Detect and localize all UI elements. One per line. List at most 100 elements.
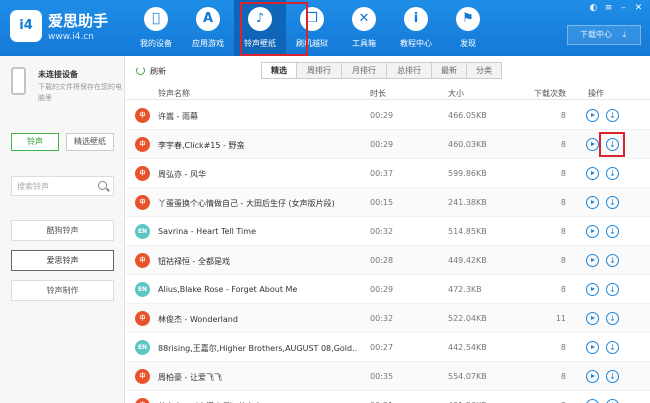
table-row[interactable]: 中钮祜禄恒 - 全都是戏 00:28 449.42KB 8 ↓ — [126, 246, 650, 275]
filter-tab-1[interactable]: 周排行 — [296, 62, 342, 79]
ringtone-name: 林俊杰 - Wonderland — [158, 315, 238, 324]
nav-item-6[interactable]: ⚑ 发现 — [442, 0, 494, 56]
table-row[interactable]: EN Savrina - Heart Tell Time 00:32 514.85KB… — [126, 217, 650, 246]
download-count: 8 — [560, 285, 566, 294]
ringtone-size: 472.3KB — [448, 285, 482, 294]
kugou-ringtones-button[interactable]: 酷狗铃声 — [11, 220, 114, 241]
search-icon[interactable] — [98, 181, 107, 190]
download-icon[interactable]: ↓ — [606, 312, 619, 325]
table-row[interactable]: 中丫蛋蛋换个心情做自己 - 大田后生仔 (女声版片段) 00:15 241.38KB… — [126, 188, 650, 217]
tab-wallpapers[interactable]: 精选壁纸 — [66, 133, 114, 151]
download-icon[interactable]: ↓ — [606, 370, 619, 383]
table-row[interactable]: 中若离森 - 《森浮森仔》若离森00:31491.56KB8↓ — [126, 391, 650, 403]
table-row[interactable]: EN 88rising,王嘉尔,Higher Brothers,AUGUST 08… — [126, 333, 650, 362]
download-icon[interactable]: ↓ — [606, 341, 619, 354]
ringtone-duration: 00:32 — [370, 314, 394, 323]
ringtone-duration: 00:29 — [370, 285, 394, 294]
ringtone-size: 442.54KB — [448, 343, 487, 352]
header-actions: 操作 — [588, 89, 604, 98]
i4-ringtones-button[interactable]: 爱思铃声 — [11, 250, 114, 271]
skin-icon[interactable]: ◐ — [588, 3, 599, 14]
header-size: 大小 — [448, 89, 464, 98]
play-icon[interactable] — [586, 196, 599, 209]
download-center-label: 下载中心 — [580, 30, 612, 39]
ringtone-duration: 00:29 — [370, 140, 394, 149]
table-row[interactable]: 中周弘亦 - 风华 00:37 599.86KB 8 ↓ — [126, 159, 650, 188]
tab-ringtones[interactable]: 铃声 — [11, 133, 59, 151]
language-badge: 中 — [135, 311, 150, 326]
ringtone-size: 466.05KB — [448, 111, 487, 120]
download-count: 8 — [560, 372, 566, 381]
download-count: 8 — [560, 256, 566, 265]
ringtone-size: 599.86KB — [448, 169, 487, 178]
download-count: 8 — [560, 198, 566, 207]
ringtone-duration: 00:32 — [370, 227, 394, 236]
table-row[interactable]: 中李宇春,Click#15 - 野蛮 00:29 460.03KB 8 ↓ — [126, 130, 650, 159]
table-row[interactable]: 中周柏豪 - 让爱飞飞 00:35 554.07KB 8 ↓ — [126, 362, 650, 391]
close-icon[interactable]: ✕ — [633, 3, 644, 14]
table-row[interactable]: EN Alius,Blake Rose - Forget About Me 00:2… — [126, 275, 650, 304]
play-icon[interactable] — [586, 138, 599, 151]
download-icon[interactable]: ↓ — [606, 109, 619, 122]
language-badge: 中 — [135, 253, 150, 268]
logo-badge: i4 — [10, 10, 42, 42]
ringtone-name: Alius,Blake Rose - Forget About Me — [158, 285, 298, 294]
filter-tab-0[interactable]: 精选 — [261, 62, 297, 79]
filter-tab-4[interactable]: 最新 — [431, 62, 467, 79]
download-icon[interactable]: ↓ — [606, 167, 619, 180]
language-badge: 中 — [135, 195, 150, 210]
download-icon[interactable]: ↓ — [606, 254, 619, 267]
ringtone-maker-button[interactable]: 铃声制作 — [11, 280, 114, 301]
language-badge: 中 — [135, 369, 150, 384]
app-store-icon: A — [196, 7, 220, 31]
download-count: 8 — [560, 111, 566, 120]
search-input[interactable] — [12, 177, 92, 195]
nav-label: 我的设备 — [140, 39, 172, 48]
main-nav: 我的设备A应用游戏♪铃声壁纸❒刷机越狱✕工具箱i教程中心⚑发现 — [130, 0, 494, 56]
ringtone-size: 449.42KB — [448, 256, 487, 265]
filter-tab-2[interactable]: 月排行 — [341, 62, 387, 79]
menu-icon[interactable]: ≡ — [603, 3, 614, 14]
ringtone-name: 许嵩 - 雨幕 — [158, 112, 198, 121]
play-icon[interactable] — [586, 312, 599, 325]
app-logo: i4 爱思助手 www.i4.cn — [10, 8, 130, 48]
nav-item-4[interactable]: ✕ 工具箱 — [338, 0, 390, 56]
download-center-button[interactable]: 下载中心 ⤓ — [567, 25, 641, 45]
table-row[interactable]: 中林俊杰 - Wonderland 00:32 522.04KB 11 ↓ — [126, 304, 650, 333]
play-icon[interactable] — [586, 167, 599, 180]
ringtone-name: 钮祜禄恒 - 全都是戏 — [158, 257, 230, 266]
download-icon[interactable]: ↓ — [606, 399, 619, 403]
play-icon[interactable] — [586, 225, 599, 238]
play-icon[interactable] — [586, 399, 599, 403]
play-icon[interactable] — [586, 109, 599, 122]
play-icon[interactable] — [586, 341, 599, 354]
app-url: www.i4.cn — [48, 32, 94, 42]
download-arrow-icon: ⤓ — [622, 30, 627, 39]
refresh-label[interactable]: 刷新 — [150, 66, 166, 77]
language-badge: EN — [135, 340, 150, 355]
nav-label: 发现 — [460, 39, 476, 48]
download-icon[interactable]: ↓ — [606, 283, 619, 296]
nav-item-1[interactable]: A 应用游戏 — [182, 0, 234, 56]
play-icon[interactable] — [586, 370, 599, 383]
download-icon[interactable]: ↓ — [606, 225, 619, 238]
table-header: 铃声名称 时长 大小 下载次数 操作 — [126, 86, 650, 100]
nav-item-0[interactable]:  我的设备 — [130, 0, 182, 56]
phone-icon — [11, 67, 26, 95]
play-icon[interactable] — [586, 283, 599, 296]
play-icon[interactable] — [586, 254, 599, 267]
header-downloads: 下载次数 — [534, 89, 566, 98]
table-row[interactable]: 中许嵩 - 雨幕 00:29 466.05KB 8 ↓ — [126, 101, 650, 130]
filter-tab-5[interactable]: 分类 — [466, 62, 502, 79]
device-hint: 下载的文件将保存在您的电脑里 — [38, 83, 122, 102]
nav-item-5[interactable]: i 教程中心 — [390, 0, 442, 56]
nav-highlight-box — [240, 2, 308, 56]
ringtone-name: 丫蛋蛋换个心情做自己 - 大田后生仔 (女声版片段) — [158, 199, 335, 208]
minimize-icon[interactable]: – — [618, 3, 629, 14]
ringtone-duration: 00:35 — [370, 372, 394, 381]
download-icon[interactable]: ↓ — [606, 196, 619, 209]
filter-tab-3[interactable]: 总排行 — [386, 62, 432, 79]
ringtone-name: Savrina - Heart Tell Time — [158, 227, 256, 236]
search-box — [11, 176, 114, 196]
refresh-icon[interactable] — [136, 66, 145, 75]
